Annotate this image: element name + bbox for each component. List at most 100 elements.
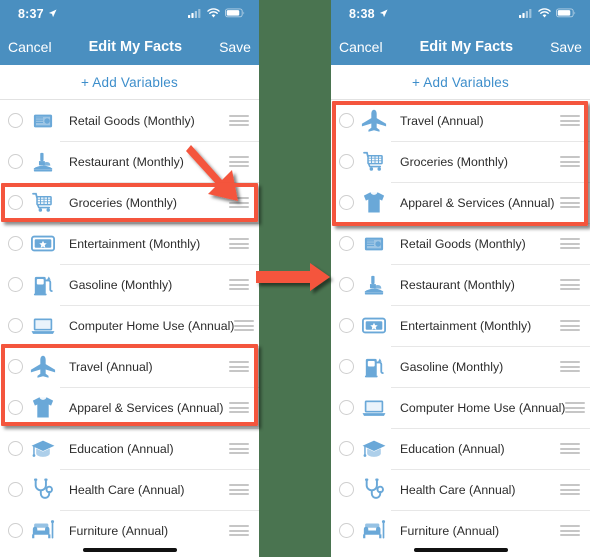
home-indicator-right [413, 548, 508, 552]
list-item[interactable]: Education (Annual) [0, 428, 259, 469]
reorder-handle-icon[interactable] [229, 115, 249, 126]
select-radio[interactable] [8, 195, 23, 210]
select-radio[interactable] [339, 482, 354, 497]
list-item-label: Entertainment (Monthly) [400, 318, 532, 333]
select-radio[interactable] [8, 154, 23, 169]
save-button-left[interactable]: Save [219, 39, 251, 55]
ticket-icon [354, 317, 394, 334]
status-time-text-right: 8:38 [349, 7, 375, 21]
reorder-handle-icon[interactable] [229, 361, 249, 372]
select-radio[interactable] [339, 318, 354, 333]
list-item[interactable]: Restaurant (Monthly) [331, 264, 590, 305]
list-item-label: Retail Goods (Monthly) [69, 113, 195, 128]
list-item[interactable]: Groceries (Monthly) [0, 182, 259, 223]
select-radio[interactable] [8, 482, 23, 497]
select-radio[interactable] [339, 400, 354, 415]
reorder-handle-icon[interactable] [229, 525, 249, 536]
select-radio[interactable] [8, 236, 23, 251]
list-item[interactable]: Apparel & Services (Annual) [331, 182, 590, 223]
list-item-label: Health Care (Annual) [69, 482, 185, 497]
select-radio[interactable] [339, 523, 354, 538]
reorder-handle-icon[interactable] [229, 197, 249, 208]
list-item[interactable]: Education (Annual) [331, 428, 590, 469]
reorder-handle-icon[interactable] [560, 525, 580, 536]
select-radio[interactable] [8, 318, 23, 333]
list-item-label: Groceries (Monthly) [400, 154, 508, 169]
reorder-handle-icon[interactable] [560, 115, 580, 126]
reorder-handle-icon[interactable] [229, 279, 249, 290]
furniture-icon [23, 520, 63, 541]
list-item[interactable]: Computer Home Use (Annual) [331, 387, 590, 428]
reorder-handle-icon[interactable] [560, 238, 580, 249]
list-item[interactable]: Retail Goods (Monthly) [0, 100, 259, 141]
save-button-right[interactable]: Save [550, 39, 582, 55]
retail-goods-icon [23, 111, 63, 131]
add-variables-bar-left[interactable]: + Add Variables [0, 65, 259, 100]
list-item[interactable]: Restaurant (Monthly) [0, 141, 259, 182]
reorder-handle-icon[interactable] [560, 320, 580, 331]
select-radio[interactable] [8, 359, 23, 374]
list-item-label: Gasoline (Monthly) [400, 359, 504, 374]
shopping-cart-icon [23, 192, 63, 213]
select-radio[interactable] [8, 113, 23, 128]
status-bar-left: 8:37 [0, 0, 259, 28]
cancel-button-right[interactable]: Cancel [339, 39, 383, 55]
list-item[interactable]: Entertainment (Monthly) [0, 223, 259, 264]
status-time-text-left: 8:37 [18, 7, 44, 21]
list-item[interactable]: Furniture (Annual) [0, 510, 259, 551]
reorder-handle-icon[interactable] [565, 402, 586, 413]
reorder-handle-icon[interactable] [560, 443, 580, 454]
list-item-label: Restaurant (Monthly) [69, 154, 184, 169]
laptop-icon [354, 399, 394, 417]
list-item[interactable]: Health Care (Annual) [0, 469, 259, 510]
reorder-handle-icon[interactable] [229, 443, 249, 454]
laptop-icon [23, 317, 63, 335]
reorder-handle-icon[interactable] [234, 320, 255, 331]
reorder-handle-icon[interactable] [229, 238, 249, 249]
variables-list-right: Travel (Annual) Groceries (Monthly) Appa… [331, 100, 590, 551]
add-variables-button-left[interactable]: + Add Variables [81, 75, 178, 90]
reorder-handle-icon[interactable] [229, 156, 249, 167]
select-radio[interactable] [339, 359, 354, 374]
list-item-label: Furniture (Annual) [400, 523, 500, 538]
list-item-label: Computer Home Use (Annual) [400, 400, 566, 415]
battery-icon [556, 5, 576, 23]
list-item[interactable]: Entertainment (Monthly) [331, 305, 590, 346]
reorder-handle-icon[interactable] [560, 197, 580, 208]
reorder-handle-icon[interactable] [229, 484, 249, 495]
reorder-handle-icon[interactable] [560, 279, 580, 290]
list-item-label: Apparel & Services (Annual) [400, 195, 555, 210]
list-item[interactable]: Groceries (Monthly) [331, 141, 590, 182]
list-item[interactable]: Travel (Annual) [0, 346, 259, 387]
list-item[interactable]: Gasoline (Monthly) [331, 346, 590, 387]
add-variables-bar-right[interactable]: + Add Variables [331, 65, 590, 100]
cancel-button-left[interactable]: Cancel [8, 39, 52, 55]
select-radio[interactable] [8, 400, 23, 415]
select-radio[interactable] [8, 523, 23, 538]
select-radio[interactable] [8, 277, 23, 292]
reorder-handle-icon[interactable] [560, 156, 580, 167]
reorder-handle-icon[interactable] [229, 402, 249, 413]
list-item[interactable]: Gasoline (Monthly) [0, 264, 259, 305]
select-radio[interactable] [339, 113, 354, 128]
reorder-handle-icon[interactable] [560, 361, 580, 372]
gas-pump-icon [23, 274, 63, 296]
add-variables-button-right[interactable]: + Add Variables [412, 75, 509, 90]
home-indicator-left [82, 548, 177, 552]
location-arrow-icon [379, 7, 388, 21]
list-item[interactable]: Travel (Annual) [331, 100, 590, 141]
select-radio[interactable] [339, 441, 354, 456]
select-radio[interactable] [8, 441, 23, 456]
phone-screen-before: 8:37 Cancel Edit My Facts Save + Add Var… [0, 0, 259, 557]
list-item[interactable]: Furniture (Annual) [331, 510, 590, 551]
list-item[interactable]: Apparel & Services (Annual) [0, 387, 259, 428]
select-radio[interactable] [339, 236, 354, 251]
list-item-label: Health Care (Annual) [400, 482, 516, 497]
list-item[interactable]: Health Care (Annual) [331, 469, 590, 510]
select-radio[interactable] [339, 154, 354, 169]
select-radio[interactable] [339, 277, 354, 292]
select-radio[interactable] [339, 195, 354, 210]
list-item[interactable]: Computer Home Use (Annual) [0, 305, 259, 346]
list-item[interactable]: Retail Goods (Monthly) [331, 223, 590, 264]
reorder-handle-icon[interactable] [560, 484, 580, 495]
